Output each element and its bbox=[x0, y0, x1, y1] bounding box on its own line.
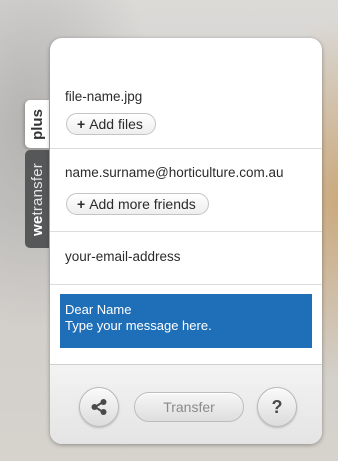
add-more-friends-label: Add more friends bbox=[89, 196, 196, 212]
logo-transfer: transfer bbox=[28, 162, 46, 216]
sender-email-field[interactable]: your-email-address bbox=[65, 249, 181, 264]
help-button[interactable]: ? bbox=[257, 387, 297, 427]
add-files-button[interactable]: + Add files bbox=[66, 113, 156, 135]
tab-wetransfer[interactable]: wetransfer bbox=[25, 150, 49, 248]
message-line-2: Type your message here. bbox=[65, 318, 212, 333]
tab-plus-label: plus bbox=[28, 108, 46, 140]
file-name: file-name.jpg bbox=[65, 89, 143, 104]
transfer-panel: file-name.jpg + Add files name.surname@ho… bbox=[50, 38, 322, 444]
sender-email-section: your-email-address bbox=[50, 232, 322, 285]
tab-plus[interactable]: plus bbox=[25, 100, 49, 148]
files-section: file-name.jpg + Add files bbox=[50, 38, 322, 149]
logo-we: we bbox=[28, 215, 46, 236]
message-line-1: Dear Name bbox=[65, 302, 132, 317]
add-more-friends-button[interactable]: + Add more friends bbox=[66, 193, 209, 215]
message-field[interactable]: Dear Name Type your message here. bbox=[60, 294, 312, 348]
transfer-button[interactable]: Transfer bbox=[134, 392, 244, 422]
add-files-label: Add files bbox=[89, 116, 143, 132]
plus-icon: + bbox=[77, 196, 86, 212]
friends-section: name.surname@horticulture.com.au + Add mo… bbox=[50, 149, 322, 232]
side-tabs: plus wetransfer bbox=[25, 100, 49, 250]
share-icon bbox=[91, 399, 107, 415]
wetransfer-logo: wetransfer bbox=[29, 163, 46, 236]
help-icon: ? bbox=[271, 396, 283, 417]
recipient-email[interactable]: name.surname@horticulture.com.au bbox=[65, 165, 284, 180]
panel-footer: Transfer ? bbox=[50, 364, 322, 444]
share-button[interactable] bbox=[79, 387, 119, 427]
plus-icon: + bbox=[77, 116, 86, 132]
